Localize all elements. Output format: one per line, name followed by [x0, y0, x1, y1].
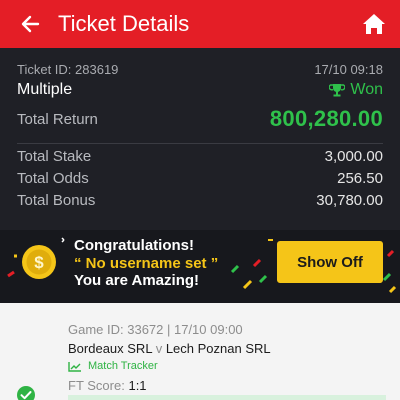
- status-label: Won: [350, 81, 383, 98]
- versus-label: v: [155, 341, 163, 356]
- ft-score: FT Score: 1:1: [68, 378, 147, 393]
- game-meta: Game ID: 33672 | 17/10 09:00: [68, 322, 243, 337]
- ticket-type: Multiple: [17, 81, 73, 98]
- match-teams: Bordeaux SRL v Lech Poznan SRL: [68, 341, 271, 356]
- bet-selection: Game ID: 33672 | 17/10 09:00 Bordeaux SR…: [0, 303, 400, 400]
- home-button[interactable]: [360, 10, 388, 38]
- congrats-username: “ No username set ”: [74, 255, 219, 272]
- chart-icon: [68, 361, 81, 372]
- check-circle-icon: [17, 386, 35, 400]
- congrats-title: Congratulations!: [74, 237, 194, 254]
- outcome-highlight: [68, 395, 386, 400]
- match-tracker-label: Match Tracker: [88, 360, 158, 372]
- total-odds-label: Total Odds: [17, 170, 89, 187]
- total-return-value: 800,280.00: [269, 106, 383, 131]
- total-stake-value: 3,000.00: [324, 148, 383, 165]
- divider: [17, 143, 383, 144]
- match-tracker-link[interactable]: Match Tracker: [68, 360, 158, 372]
- svg-text:$: $: [34, 253, 44, 272]
- total-return-label: Total Return: [17, 110, 98, 128]
- away-team: Lech Poznan SRL: [165, 341, 271, 356]
- ticket-datetime: 17/10 09:18: [314, 62, 383, 77]
- back-arrow-icon: [21, 15, 40, 33]
- total-stake-label: Total Stake: [17, 148, 92, 165]
- show-off-button[interactable]: Show Off: [277, 241, 383, 283]
- ticket-id: Ticket ID: 283619: [17, 62, 119, 77]
- top-bar: Ticket Details: [0, 0, 400, 48]
- total-bonus-value: 30,780.00: [316, 192, 383, 209]
- back-button[interactable]: [8, 0, 52, 48]
- total-odds-value: 256.50: [337, 170, 383, 187]
- home-icon: [363, 14, 385, 34]
- ft-score-label: FT Score:: [68, 378, 125, 393]
- congrats-banner: $ Congratulations! “ No username set ” Y…: [0, 230, 400, 303]
- coin-icon: $: [22, 245, 56, 279]
- trophy-icon: [329, 84, 346, 97]
- page-title: Ticket Details: [58, 11, 190, 36]
- total-bonus-label: Total Bonus: [17, 192, 96, 209]
- home-team: Bordeaux SRL: [68, 341, 153, 356]
- ticket-summary: Ticket ID: 283619 17/10 09:18 Multiple W…: [0, 48, 400, 230]
- ft-score-value: 1:1: [128, 378, 147, 393]
- congrats-message: You are Amazing!: [74, 272, 200, 289]
- ticket-status: Won: [329, 81, 383, 99]
